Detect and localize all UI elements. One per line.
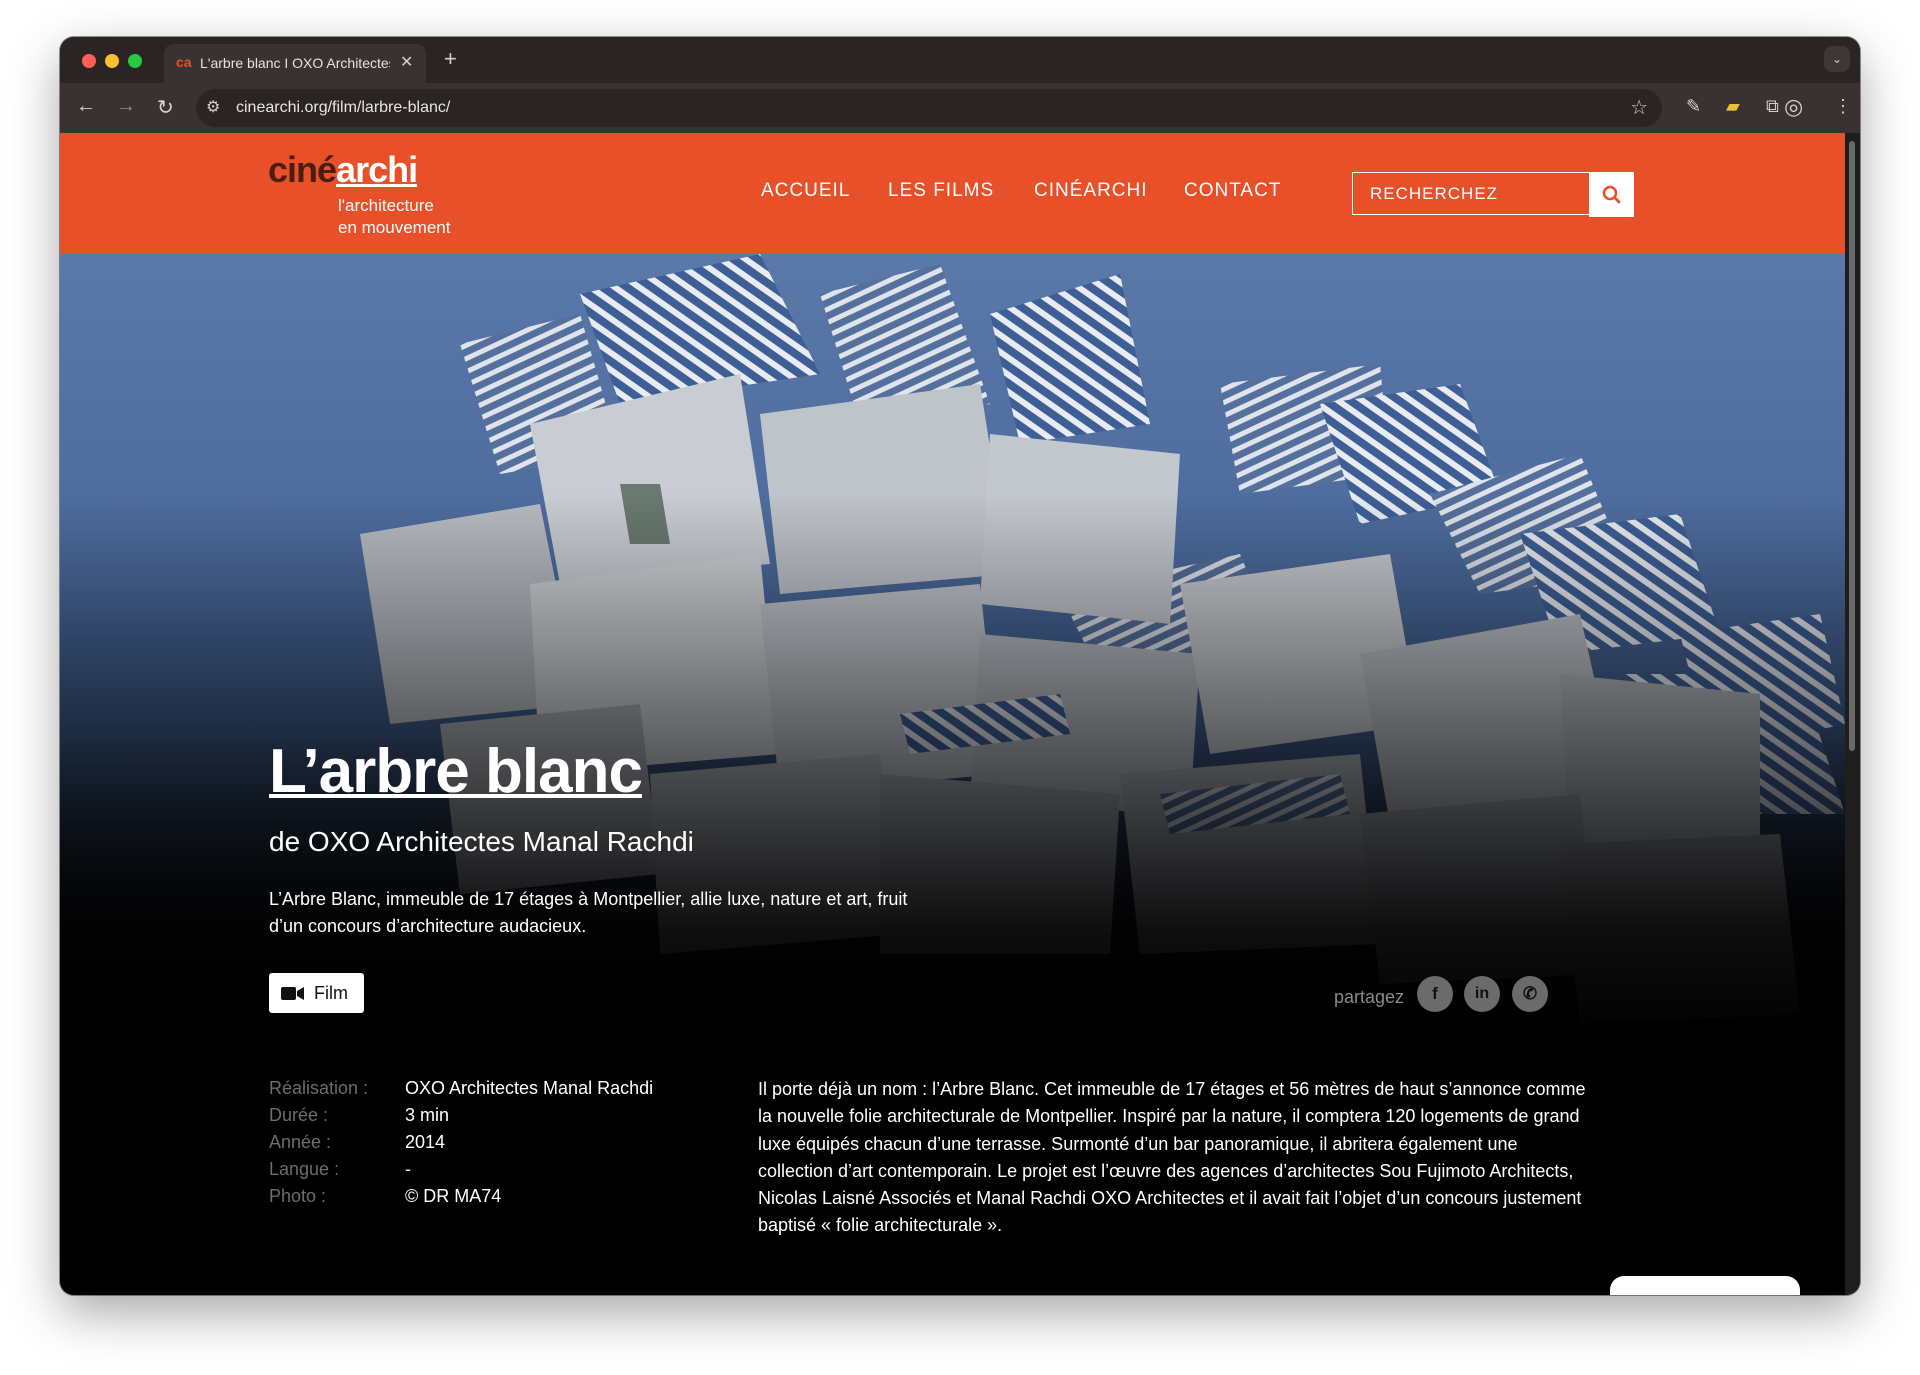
browser-menu-icon[interactable]: ⋮ (1834, 96, 1852, 117)
nav-les-films[interactable]: LES FILMS (888, 180, 994, 202)
site-header: cinéarchi l'architecture en mouvement AC… (60, 133, 1845, 254)
web-page: cinéarchi l'architecture en mouvement AC… (60, 133, 1845, 1295)
detail-label: Durée : (269, 1105, 329, 1125)
floating-button[interactable] (1610, 1276, 1800, 1295)
logo-tagline: l'architecture en mouvement (338, 195, 450, 239)
site-logo[interactable]: cinéarchi (268, 149, 418, 191)
facebook-icon[interactable]: f (1417, 976, 1453, 1012)
nav-cinearchi[interactable]: CINÉARCHI (1034, 180, 1148, 202)
film-button[interactable]: Film (269, 973, 364, 1013)
detail-label: Réalisation : (269, 1078, 369, 1098)
page-scrollbar[interactable] (1845, 133, 1860, 1295)
address-bar[interactable]: ⚙ cinearchi.org/film/larbre-blanc/ ☆ (196, 89, 1662, 127)
bookmark-star-icon[interactable]: ☆ (1630, 95, 1648, 120)
site-settings-icon[interactable]: ⚙ (206, 97, 220, 117)
forward-arrow-icon[interactable]: → (116, 95, 136, 118)
scrollbar-thumb[interactable] (1849, 141, 1855, 751)
back-arrow-icon[interactable]: ← (76, 95, 96, 118)
nav-contact[interactable]: CONTACT (1184, 180, 1281, 202)
film-description: L’Arbre Blanc, immeuble de 17 étages à M… (269, 889, 908, 936)
browser-window: ca L'arbre blanc I OXO Architectes Manal… (60, 37, 1860, 1295)
tab-strip: ca L'arbre blanc I OXO Architectes Manal… (60, 37, 1860, 83)
film-button-label: Film (314, 983, 348, 1003)
close-window-button[interactable] (82, 54, 96, 68)
close-tab-icon[interactable]: ✕ (400, 52, 413, 72)
film-subtitle: de OXO Architectes Manal Rachdi (269, 826, 694, 857)
browser-toolbar: ← → ↻ ⚙ cinearchi.org/film/larbre-blanc/… (60, 83, 1860, 133)
film-synopsis: Il porte déjà un nom : l’Arbre Blanc. Ce… (758, 1079, 1586, 1236)
search-button[interactable] (1589, 172, 1634, 217)
nav-accueil[interactable]: ACCUEIL (761, 180, 850, 202)
film-title[interactable]: L’arbre blanc (269, 736, 643, 807)
extensions-puzzle-icon[interactable]: ⧉ (1766, 96, 1779, 117)
detail-value: 2014 (405, 1132, 446, 1152)
browser-tab[interactable]: ca L'arbre blanc I OXO Architectes Manal… (164, 44, 426, 83)
detail-value: 3 min (405, 1105, 450, 1125)
search-icon (1602, 185, 1621, 204)
logo-cine: ciné (268, 149, 337, 190)
video-camera-icon (281, 987, 304, 1000)
url-text[interactable]: cinearchi.org/film/larbre-blanc/ (236, 99, 450, 117)
logo-archi: archi (336, 149, 418, 190)
folder-extension-icon[interactable]: ▰ (1726, 96, 1740, 117)
maximize-window-button[interactable] (128, 54, 142, 68)
profile-icon[interactable]: ◎ (1784, 94, 1803, 120)
detail-label: Année : (269, 1132, 332, 1152)
detail-label: Langue : (269, 1159, 340, 1179)
new-tab-icon[interactable]: + (444, 46, 457, 72)
whatsapp-icon[interactable]: ✆ (1512, 976, 1548, 1012)
detail-value: - (405, 1159, 411, 1179)
detail-value: © DR MA74 (405, 1186, 502, 1206)
search-placeholder: RECHERCHEZ (1370, 184, 1499, 203)
tagline-line-1: l'architecture (338, 196, 434, 215)
hero-section: L’arbre blanc de OXO Architectes Manal R… (60, 254, 1845, 1051)
minimize-window-button[interactable] (105, 54, 119, 68)
reload-icon[interactable]: ↻ (157, 95, 174, 120)
share-label: partagez (1334, 987, 1405, 1007)
eyedropper-extension-icon[interactable]: ✎ (1686, 96, 1701, 117)
linkedin-icon[interactable]: in (1464, 976, 1500, 1012)
tab-title: L'arbre blanc I OXO Architectes Manal Ra… (200, 55, 390, 71)
favicon-icon: ca (176, 54, 192, 70)
detail-value: OXO Architectes Manal Rachdi (405, 1078, 654, 1098)
tab-search-chevron-icon[interactable]: ⌄ (1824, 46, 1850, 72)
detail-label: Photo : (269, 1186, 327, 1206)
tagline-line-2: en mouvement (338, 218, 451, 237)
